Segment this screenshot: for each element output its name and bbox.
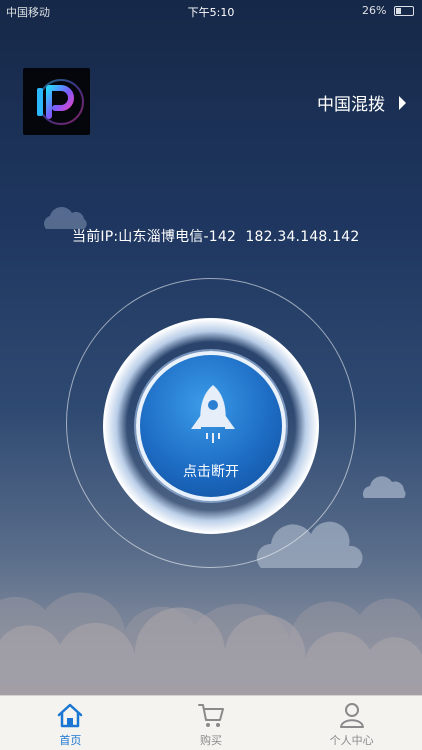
tab-home-label: 首页: [59, 734, 82, 747]
battery-indicator: 26%: [362, 4, 414, 17]
tab-purchase[interactable]: 购买: [141, 696, 282, 750]
user-icon: [339, 703, 364, 728]
tab-purchase-label: 购买: [200, 734, 222, 747]
current-ip-location: 当前IP:山东淄博电信-142: [72, 229, 237, 245]
rocket-icon: [191, 385, 235, 443]
current-ip-info: 当前IP:山东淄博电信-142 182.34.148.142: [72, 226, 360, 246]
status-time: 下午5:10: [187, 6, 235, 19]
region-label: 中国混拨: [317, 95, 385, 115]
home-icon: [58, 703, 83, 728]
tab-profile[interactable]: 个人中心: [281, 696, 422, 750]
status-bar: 中国移动 下午5:10 26%: [0, 0, 422, 22]
current-ip-address: 182.34.148.142: [245, 229, 360, 245]
region-selector[interactable]: 中国混拨: [317, 90, 406, 115]
ip-logo-icon: [37, 79, 84, 125]
disconnect-button[interactable]: 点击断开: [136, 351, 286, 501]
tab-profile-label: 个人中心: [329, 734, 374, 747]
cloud-bank: [0, 592, 422, 700]
cart-icon: [198, 704, 224, 727]
battery-icon: [394, 6, 414, 16]
app-logo: [23, 68, 90, 135]
cloud-decoration: [362, 476, 406, 498]
battery-percent: 26%: [362, 4, 387, 17]
disconnect-label: 点击断开: [183, 464, 239, 480]
tab-home[interactable]: 首页: [0, 696, 141, 750]
tab-bar: 首页 购买 个人中心: [0, 695, 422, 750]
chevron-right-icon: [399, 95, 406, 110]
